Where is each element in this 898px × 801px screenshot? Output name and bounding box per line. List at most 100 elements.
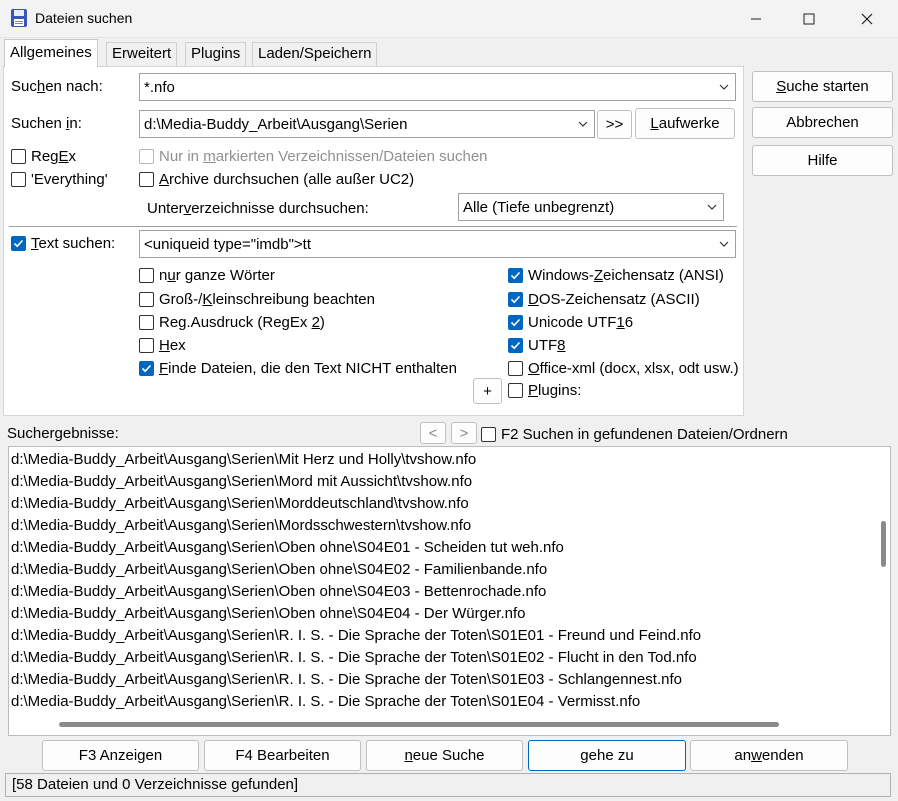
checkmark-icon <box>510 341 521 350</box>
text-search-combo[interactable]: <uniqueid type="imdb">tt <box>139 230 736 258</box>
dos-charset-row[interactable]: DOS-Zeichensatz (ASCII) <box>508 291 700 308</box>
windows-charset-row[interactable]: Windows-Zeichensatz (ANSI) <box>508 267 724 284</box>
case-checkbox-row[interactable]: Groß-/Kleinschreibung beachten <box>139 291 375 308</box>
archives-checkbox-row[interactable]: Archive durchsuchen (alle außer UC2) <box>139 171 414 188</box>
checkmark-icon <box>141 364 152 373</box>
marked-only-checkbox-row: Nur in markierten Verzeichnissen/Dateien… <box>139 148 488 165</box>
subdirs-label: Unterverzeichnisse durchsuchen: <box>147 200 369 217</box>
regex2-checkbox-row[interactable]: Reg.Ausdruck (RegEx 2) <box>139 314 325 331</box>
checkmark-icon <box>510 295 521 304</box>
list-item[interactable]: d:\Media-Buddy_Arbeit\Ausgang\Serien\R. … <box>11 693 640 710</box>
dos-charset-checkbox[interactable] <box>508 292 523 307</box>
drives-button[interactable]: Laufwerke <box>635 108 735 139</box>
browse-button[interactable]: >> <box>597 110 632 139</box>
list-item[interactable]: d:\Media-Buddy_Arbeit\Ausgang\Serien\Obe… <box>11 583 546 600</box>
list-item[interactable]: d:\Media-Buddy_Arbeit\Ausgang\Serien\Obe… <box>11 605 525 622</box>
hex-checkbox-row[interactable]: Hex <box>139 337 186 354</box>
whole-words-checkbox-row[interactable]: nur ganze Wörter <box>139 267 275 284</box>
window-title: Dateien suchen <box>35 10 133 26</box>
next-result-button[interactable]: > <box>451 422 477 444</box>
whole-words-checkbox[interactable] <box>139 268 154 283</box>
horizontal-scrollbar-thumb[interactable] <box>59 722 779 727</box>
unicode-checkbox[interactable] <box>508 315 523 330</box>
regex-checkbox[interactable] <box>11 149 26 164</box>
tab-erweitert[interactable]: Erweitert <box>106 42 178 66</box>
f3-view-button[interactable]: F3 Anzeigen <box>42 740 199 771</box>
start-search-button[interactable]: Suche starten <box>752 71 893 102</box>
search-for-value: *.nfo <box>144 78 175 96</box>
chevron-down-icon <box>719 241 729 247</box>
checkmark-icon <box>13 239 24 248</box>
windows-charset-checkbox[interactable] <box>508 268 523 283</box>
help-button[interactable]: Hilfe <box>752 145 893 176</box>
not-contain-checkbox[interactable] <box>139 361 154 376</box>
list-item[interactable]: d:\Media-Buddy_Arbeit\Ausgang\Serien\Obe… <box>11 561 547 578</box>
case-checkbox[interactable] <box>139 292 154 307</box>
floppy-disk-icon <box>10 8 28 28</box>
plugins-checkbox[interactable] <box>508 383 523 398</box>
cancel-button[interactable]: Abbrechen <box>752 107 893 138</box>
search-for-combo[interactable]: *.nfo <box>139 73 736 101</box>
f4-edit-button[interactable]: F4 Bearbeiten <box>204 740 361 771</box>
minimize-icon <box>751 18 761 20</box>
subdirs-value: Alle (Tiefe unbegrenzt) <box>463 198 615 216</box>
apply-button[interactable]: anwenden <box>690 740 848 771</box>
charset-options: Windows-Zeichensatz (ANSI) DOS-Zeichensa… <box>508 262 742 402</box>
search-in-value: d:\Media-Buddy_Arbeit\Ausgang\Serien <box>144 115 408 133</box>
text-search-checkbox[interactable] <box>11 236 26 251</box>
list-item[interactable]: d:\Media-Buddy_Arbeit\Ausgang\Serien\Mit… <box>11 451 476 468</box>
list-item[interactable]: d:\Media-Buddy_Arbeit\Ausgang\Serien\R. … <box>11 627 701 644</box>
office-xml-checkbox[interactable] <box>508 361 523 376</box>
search-in-label: Suchen in: <box>11 115 82 132</box>
everything-checkbox[interactable] <box>11 172 26 187</box>
results-label: Suchergebnisse: <box>7 425 119 442</box>
close-icon <box>861 13 873 25</box>
vertical-scrollbar-thumb[interactable] <box>881 521 886 567</box>
text-search-checkbox-row[interactable]: Text suchen: <box>11 235 115 252</box>
regex2-checkbox[interactable] <box>139 315 154 330</box>
tab-allgemeines[interactable]: Allgemeines <box>4 39 98 67</box>
hex-checkbox[interactable] <box>139 338 154 353</box>
goto-button[interactable]: gehe zu <box>528 740 686 771</box>
office-xml-row[interactable]: Office-xml (docx, xlsx, odt usw.) <box>508 360 739 377</box>
list-item[interactable]: d:\Media-Buddy_Arbeit\Ausgang\Serien\R. … <box>11 671 682 688</box>
list-item[interactable]: d:\Media-Buddy_Arbeit\Ausgang\Serien\Mor… <box>11 495 469 512</box>
plugins-row[interactable]: Plugins: <box>508 382 581 399</box>
list-item[interactable]: d:\Media-Buddy_Arbeit\Ausgang\Serien\Mor… <box>11 473 472 490</box>
checkmark-icon <box>510 271 521 280</box>
not-contain-checkbox-row[interactable]: Finde Dateien, die den Text NICHT enthal… <box>139 360 457 377</box>
checkmark-icon <box>510 318 521 327</box>
chevron-down-icon <box>707 204 717 210</box>
utf8-checkbox[interactable] <box>508 338 523 353</box>
search-for-label: Suchen nach: <box>11 78 103 95</box>
subdirs-combo[interactable]: Alle (Tiefe unbegrenzt) <box>458 193 724 221</box>
list-item[interactable]: d:\Media-Buddy_Arbeit\Ausgang\Serien\Obe… <box>11 539 564 556</box>
text-search-value: <uniqueid type="imdb">tt <box>144 235 312 253</box>
f2-checkbox-row[interactable]: F2 Suchen in gefundenen Dateien/Ordnern <box>481 426 788 443</box>
list-item[interactable]: d:\Media-Buddy_Arbeit\Ausgang\Serien\R. … <box>11 649 697 666</box>
unicode-row[interactable]: Unicode UTF16 <box>508 314 633 331</box>
marked-only-checkbox <box>139 149 154 164</box>
chevron-down-icon <box>578 121 588 127</box>
utf8-row[interactable]: UTF8 <box>508 337 566 354</box>
everything-label: 'Everything' <box>31 171 108 188</box>
minimize-button[interactable] <box>729 0 783 38</box>
maximize-button[interactable] <box>782 0 836 38</box>
maximize-icon <box>803 13 815 25</box>
archives-checkbox[interactable] <box>139 172 154 187</box>
status-bar: [58 Dateien und 0 Verzeichnisse gefunden… <box>5 773 891 797</box>
f2-checkbox[interactable] <box>481 427 496 442</box>
list-item[interactable]: d:\Media-Buddy_Arbeit\Ausgang\Serien\Mor… <box>11 517 471 534</box>
regex-checkbox-row[interactable]: RegEx <box>11 148 76 165</box>
close-button[interactable] <box>840 0 894 38</box>
new-search-button[interactable]: neue Suche <box>366 740 523 771</box>
plus-button[interactable]: + <box>473 378 502 404</box>
tab-plugins[interactable]: Plugins <box>185 42 247 66</box>
everything-checkbox-row[interactable]: 'Everything' <box>11 171 108 188</box>
prev-result-button[interactable]: < <box>420 422 446 444</box>
search-in-combo[interactable]: d:\Media-Buddy_Arbeit\Ausgang\Serien <box>139 110 595 138</box>
tab-laden-speichern[interactable]: Laden/Speichern <box>252 42 378 66</box>
f2-label: F2 Suchen in gefundenen Dateien/Ordnern <box>501 426 788 443</box>
separator <box>9 226 737 227</box>
results-list[interactable]: d:\Media-Buddy_Arbeit\Ausgang\Serien\Mit… <box>8 446 891 736</box>
